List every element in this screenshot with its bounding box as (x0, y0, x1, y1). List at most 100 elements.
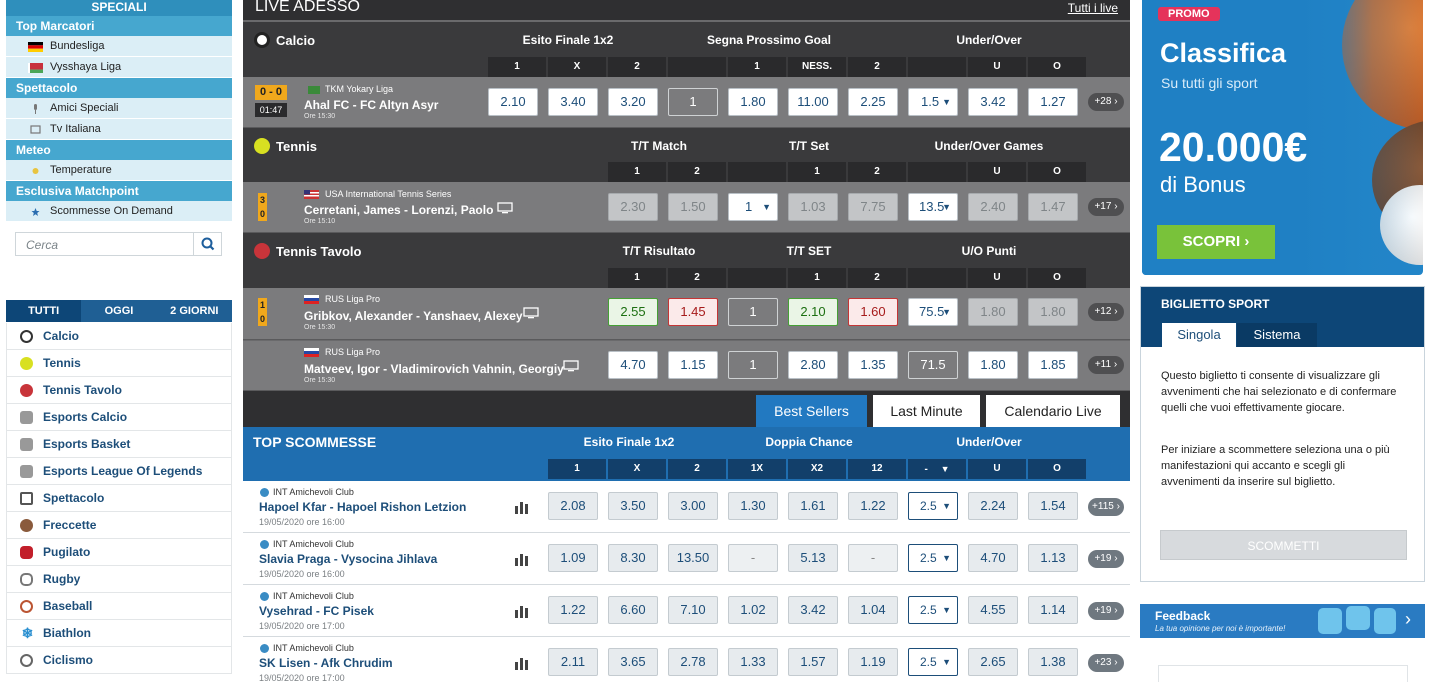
set-select[interactable]: 1 (728, 351, 778, 379)
odd-button[interactable]: 8.30 (608, 544, 658, 572)
odd-button[interactable]: 1.03 (788, 193, 838, 221)
cat-spettacolo[interactable]: Spettacolo (6, 78, 232, 98)
tab-oggi[interactable]: OGGI (81, 300, 157, 322)
sport-spettacolo[interactable]: Spettacolo (6, 485, 232, 512)
under-over-select[interactable]: 71.5 (908, 351, 958, 379)
sport-calcio[interactable]: Calcio (6, 323, 232, 350)
odd-button[interactable]: 4.70 (968, 544, 1018, 572)
cat-top-marcatori[interactable]: Top Marcatori (6, 16, 232, 36)
match-teams[interactable]: Slavia Praga - Vysocina Jihlava (259, 552, 437, 566)
odd-button[interactable]: 3.65 (608, 648, 658, 676)
under-over-select[interactable]: 13.5 ▼ (908, 193, 958, 221)
odd-button[interactable]: 4.70 (608, 351, 658, 379)
goal-number-select[interactable]: 1 (668, 88, 718, 116)
more-markets-button[interactable]: +12 › (1088, 303, 1124, 321)
odd-button[interactable]: 1.02 (728, 596, 778, 624)
odd-button[interactable]: 3.20 (608, 88, 658, 116)
odd-button[interactable]: 7.75 (848, 193, 898, 221)
search-button[interactable] (193, 233, 221, 255)
odd-button[interactable]: 1.38 (1028, 648, 1078, 676)
odd-button[interactable]: 1.22 (548, 596, 598, 624)
live-match-row[interactable]: 0 - 0 01:47 TKM Yokary Liga Ahal FC - FC… (243, 77, 1130, 128)
odd-button[interactable]: 1.80 (1028, 298, 1078, 326)
live-match-row[interactable]: RUS Liga Pro Matveev, Igor - Vladimirovi… (243, 341, 1130, 391)
table-row[interactable]: INT Amichevoli Club Slavia Praga - Vysoci… (243, 533, 1130, 585)
odd-button[interactable]: 1.54 (1028, 492, 1078, 520)
under-over-select[interactable]: 2.5 ▼ (908, 596, 958, 624)
odd-button[interactable]: 1.33 (728, 648, 778, 676)
stats-icon[interactable] (514, 656, 530, 670)
live-stream-icon[interactable] (497, 202, 513, 214)
odd-button[interactable]: 1.80 (968, 351, 1018, 379)
promo-banner[interactable]: PROMO Classifica Su tutti gli sport 20.0… (1142, 0, 1423, 275)
odd-button[interactable]: 1.22 (848, 492, 898, 520)
odd-button[interactable]: 1.35 (848, 351, 898, 379)
tab-singola[interactable]: Singola (1162, 323, 1236, 347)
scopri-button[interactable]: SCOPRI › (1157, 225, 1275, 259)
odd-button[interactable]: 2.24 (968, 492, 1018, 520)
odd-button[interactable]: - (728, 544, 778, 572)
match-teams[interactable]: Hapoel Kfar - Hapoel Rishon Letzion (259, 500, 466, 514)
more-markets-button[interactable]: +115 › (1088, 498, 1124, 516)
odd-button[interactable]: 3.42 (788, 596, 838, 624)
scommetti-button[interactable]: SCOMMETTI (1160, 530, 1407, 560)
sport-freccette[interactable]: Freccette (6, 512, 232, 539)
sport-esports-basket[interactable]: Esports Basket (6, 431, 232, 458)
under-over-select[interactable]: 2.5 ▼ (908, 492, 958, 520)
sub-temperature[interactable]: Temperature (6, 160, 232, 181)
table-row[interactable]: INT Amichevoli Club SK Lisen - Afk Chrudi… (243, 637, 1130, 682)
odd-button[interactable]: 3.50 (608, 492, 658, 520)
sport-rugby[interactable]: Rugby (6, 566, 232, 593)
cat-esclusiva-matchpoint[interactable]: Esclusiva Matchpoint (6, 181, 232, 201)
odd-button-up[interactable]: 2.55 (608, 298, 658, 326)
odd-button[interactable]: 1.15 (668, 351, 718, 379)
sub-bundesliga[interactable]: Bundesliga (6, 36, 232, 57)
more-markets-button[interactable]: +11 › (1088, 356, 1124, 374)
odd-button[interactable]: 3.00 (668, 492, 718, 520)
live-stream-icon[interactable] (563, 360, 579, 372)
match-teams[interactable]: Ahal FC - FC Altyn Asyr (304, 98, 438, 112)
odd-button[interactable]: 2.40 (968, 193, 1018, 221)
sub-amici-speciali[interactable]: Amici Speciali (6, 98, 232, 119)
table-row[interactable]: INT Amichevoli Club Vysehrad - FC Pisek 19… (243, 585, 1130, 637)
under-over-select[interactable]: 1.5 ▼ (908, 88, 958, 116)
odd-button[interactable]: 1.57 (788, 648, 838, 676)
under-over-select[interactable]: 2.5 ▼ (908, 544, 958, 572)
set-select[interactable]: 1 (728, 298, 778, 326)
odd-button[interactable]: 2.65 (968, 648, 1018, 676)
all-live-link[interactable]: Tutti i live (1068, 1, 1118, 15)
sport-esports-lol[interactable]: Esports League Of Legends (6, 458, 232, 485)
odd-button[interactable]: 2.08 (548, 492, 598, 520)
odd-button[interactable]: 2.30 (608, 193, 658, 221)
stats-icon[interactable] (514, 500, 530, 514)
odd-button[interactable]: 3.42 (968, 88, 1018, 116)
odd-button[interactable]: 1.85 (1028, 351, 1078, 379)
tab-sistema[interactable]: Sistema (1237, 323, 1317, 347)
odd-button[interactable]: 1.27 (1028, 88, 1078, 116)
table-row[interactable]: INT Amichevoli Club Hapoel Kfar - Hapoel … (243, 481, 1130, 533)
sport-tennis-tavolo[interactable]: Tennis Tavolo (6, 377, 232, 404)
sport-ciclismo[interactable]: Ciclismo (6, 647, 232, 674)
under-over-select[interactable]: 75.5 ▼ (908, 298, 958, 326)
live-match-row[interactable]: 10 RUS Liga Pro Gribkov, Alexander - Yan… (243, 288, 1130, 340)
cat-meteo[interactable]: Meteo (6, 140, 232, 160)
odd-button[interactable]: 3.40 (548, 88, 598, 116)
more-markets-button[interactable]: +17 › (1088, 198, 1124, 216)
odd-button[interactable]: 7.10 (668, 596, 718, 624)
odd-button[interactable]: 1.04 (848, 596, 898, 624)
search-input[interactable]: Cerca (15, 232, 222, 256)
odd-button[interactable]: 2.11 (548, 648, 598, 676)
more-markets-button[interactable]: +19 › (1088, 550, 1124, 568)
stats-icon[interactable] (514, 552, 530, 566)
odd-button[interactable]: 11.00 (788, 88, 838, 116)
tab-tutti[interactable]: TUTTI (6, 300, 82, 322)
sport-biathlon[interactable]: ❄ Biathlon (6, 620, 232, 647)
odd-button-down[interactable]: 1.60 (848, 298, 898, 326)
set-select[interactable]: 1 ▼ (728, 193, 778, 221)
odd-button[interactable]: 1.47 (1028, 193, 1078, 221)
odd-button[interactable]: 4.55 (968, 596, 1018, 624)
match-teams[interactable]: SK Lisen - Afk Chrudim (259, 656, 393, 670)
odd-button[interactable]: - (848, 544, 898, 572)
odd-button[interactable]: 1.13 (1028, 544, 1078, 572)
odd-button[interactable]: 5.13 (788, 544, 838, 572)
